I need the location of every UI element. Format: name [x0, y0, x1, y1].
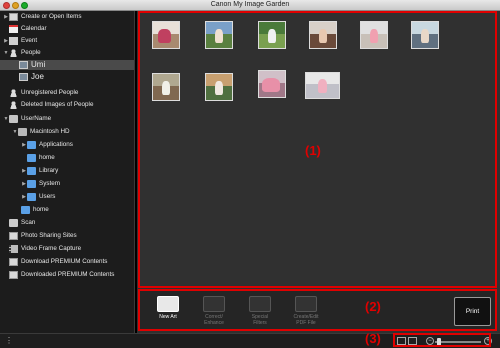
sidebar-item-event[interactable]: ▶ Event [3, 36, 37, 46]
sidebar-item-create-or-open-items[interactable]: ▶ Create or Open Items [3, 12, 82, 22]
sidebar-item-downloaded-premium-contents[interactable]: Downloaded PREMIUM Contents [9, 270, 114, 280]
calendar-icon [9, 25, 18, 33]
sidebar-item-applications[interactable]: ▶ Applications [21, 140, 73, 150]
face-thumbnail-icon [19, 73, 28, 81]
folder-icon [21, 206, 30, 214]
sidebar-item-scan[interactable]: Scan [9, 218, 35, 228]
sidebar-item-label: Library [39, 167, 59, 174]
sidebar-item-label: Joe [31, 72, 44, 81]
sidebar-item-download-premium-contents[interactable]: Download PREMIUM Contents [9, 257, 107, 267]
sidebar-item-label: Applications [39, 141, 73, 148]
more-options-icon[interactable]: ⋮ [5, 336, 13, 345]
sidebar-item-people[interactable]: ▼ People [3, 48, 41, 58]
sidebar-item-label: System [39, 180, 60, 187]
sidebar-item-library[interactable]: ▶ Library [21, 166, 58, 176]
title-bar: Canon My Image Garden [0, 0, 500, 11]
sidebar-item-label: Video Frame Capture [21, 245, 82, 252]
sidebar-item-label: home [39, 154, 55, 161]
downloaded-icon [9, 271, 18, 279]
download-icon [9, 258, 18, 266]
folder-icon [27, 141, 36, 149]
sidebar-item-home-user[interactable]: home [21, 205, 49, 215]
sidebar-item-label: Create or Open Items [21, 13, 82, 20]
callout-label-3: (3) [365, 331, 381, 346]
person-icon [9, 89, 18, 97]
sidebar-item-label: UserName [21, 115, 52, 122]
sidebar-item-system[interactable]: ▶ System [21, 179, 60, 189]
sidebar-item-label: Scan [21, 219, 36, 226]
sidebar-item-label: Umi [31, 60, 46, 69]
sidebar-item-calendar[interactable]: Calendar [3, 24, 47, 34]
folder-icon [27, 154, 36, 162]
sidebar-item-video-frame-capture[interactable]: Video Frame Capture [9, 244, 81, 254]
sidebar-item-umi[interactable]: Umi [0, 60, 134, 70]
callout-box-3 [393, 333, 491, 347]
hard-drive-icon [18, 128, 27, 136]
sidebar-item-home[interactable]: home [27, 153, 55, 163]
sidebar-item-label: Deleted Images of People [21, 101, 94, 108]
sidebar-item-label: Photo Sharing Sites [21, 232, 77, 239]
window-title: Canon My Image Garden [210, 1, 290, 8]
sidebar-item-macintosh-hd[interactable]: ▼ Macintosh HD [12, 127, 70, 137]
event-icon [9, 37, 18, 45]
folder-icon [27, 180, 36, 188]
sidebar: ▶ Create or Open Items Calendar ▶ Event … [0, 11, 135, 333]
sidebar-item-users[interactable]: ▶ Users [21, 192, 55, 202]
items-icon [9, 13, 18, 21]
sidebar-item-label: People [21, 49, 41, 56]
sidebar-item-joe[interactable]: Joe [19, 72, 44, 82]
sidebar-item-deleted-images-of-people[interactable]: Deleted Images of People [3, 100, 93, 110]
sidebar-item-label: Users [39, 193, 56, 200]
person-icon [9, 101, 18, 109]
sidebar-item-label: Downloaded PREMIUM Contents [21, 271, 115, 278]
photo-sharing-icon [9, 232, 18, 240]
sidebar-item-label: Download PREMIUM Contents [21, 258, 108, 265]
sidebar-item-label: Event [21, 37, 38, 44]
face-thumbnail-icon [19, 61, 28, 69]
sidebar-item-username[interactable]: ▼ UserName [3, 114, 51, 124]
sidebar-item-label: Calendar [21, 25, 47, 32]
scan-icon [9, 219, 18, 227]
callout-box-2 [138, 289, 497, 331]
person-icon [9, 49, 18, 57]
sidebar-item-label: Macintosh HD [30, 128, 70, 135]
sidebar-item-unregistered-people[interactable]: Unregistered People [3, 88, 78, 98]
film-icon [9, 245, 18, 253]
callout-label-2: (2) [365, 299, 381, 314]
callout-label-1: (1) [305, 143, 321, 158]
sidebar-item-label: home [33, 206, 49, 213]
folder-icon [27, 193, 36, 201]
user-folder-icon [9, 115, 18, 123]
sidebar-item-photo-sharing-sites[interactable]: Photo Sharing Sites [9, 231, 77, 241]
folder-icon [27, 167, 36, 175]
sidebar-item-label: Unregistered People [21, 89, 79, 96]
